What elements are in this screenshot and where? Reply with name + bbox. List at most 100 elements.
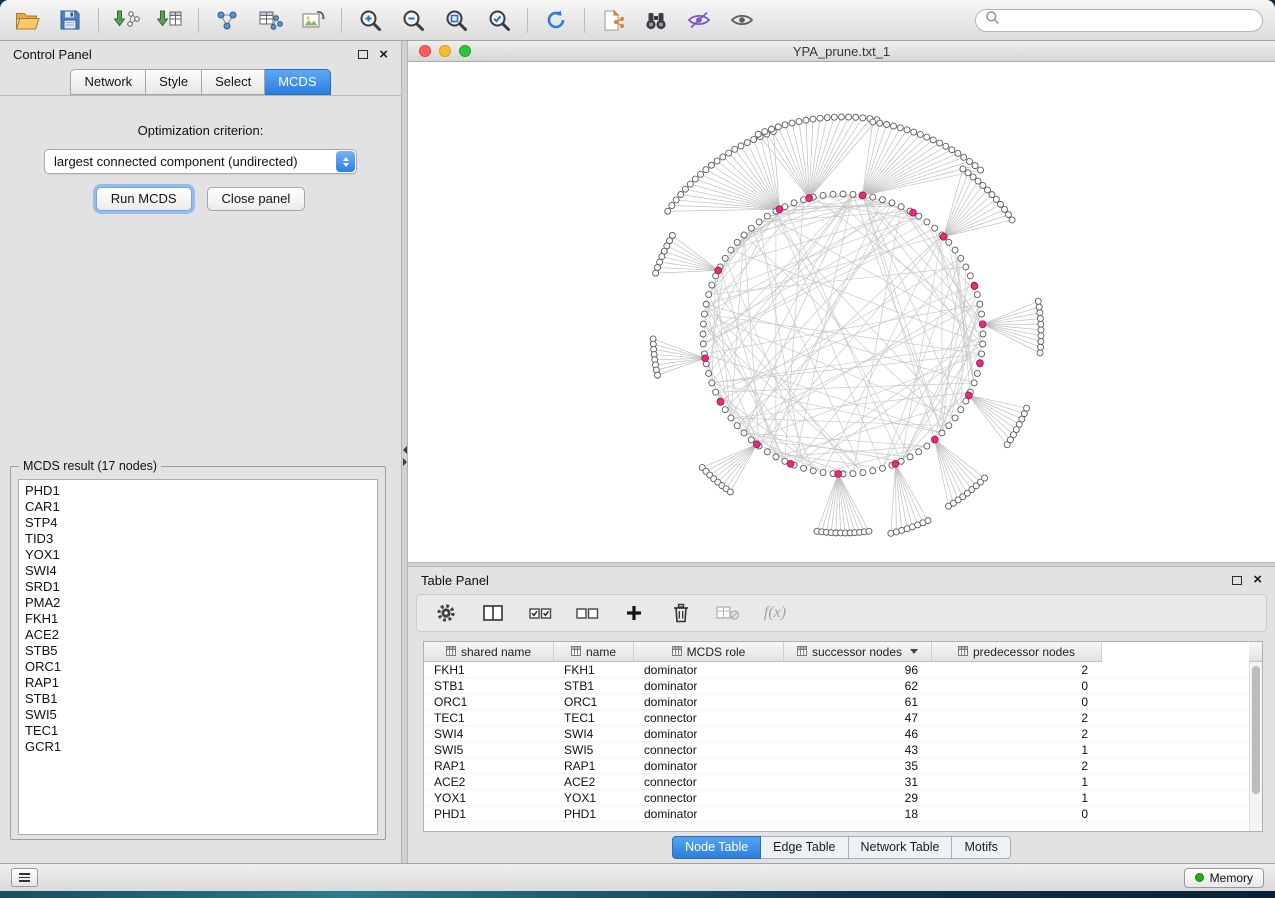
zoom-selected-icon[interactable] (484, 5, 514, 35)
export-image-icon[interactable] (298, 5, 328, 35)
delete-column-icon[interactable] (668, 600, 694, 626)
cell-name: ORC1 (554, 695, 634, 709)
mcds-result-item[interactable]: PHD1 (19, 483, 377, 499)
mcds-result-item[interactable]: ACE2 (19, 627, 377, 643)
mcds-result-item[interactable]: SRD1 (19, 579, 377, 595)
mcds-result-item[interactable]: PMA2 (19, 595, 377, 611)
open-folder-icon[interactable] (12, 5, 42, 35)
mcds-result-item[interactable]: SWI5 (19, 707, 377, 723)
zoom-fit-icon[interactable] (441, 5, 471, 35)
collapse-left-icon[interactable] (403, 446, 407, 454)
tab-network-table[interactable]: Network Table (849, 836, 953, 859)
table-row[interactable]: TEC1TEC1connector472 (424, 710, 1249, 726)
column-header-name[interactable]: name (554, 642, 634, 661)
mcds-result-item[interactable]: FKH1 (19, 611, 377, 627)
tab-edge-table[interactable]: Edge Table (761, 836, 848, 859)
tab-select[interactable]: Select (202, 69, 265, 95)
cell-shared-name: PHD1 (424, 807, 554, 821)
maximize-window-icon[interactable] (459, 45, 471, 57)
mcds-result-item[interactable]: ORC1 (19, 659, 377, 675)
float-window-icon[interactable] (1232, 576, 1242, 585)
cell-predecessor-nodes: 0 (932, 807, 1102, 821)
share-document-icon[interactable] (598, 5, 628, 35)
cell-predecessor-nodes: 1 (932, 743, 1102, 757)
table-panel: Table Panel × (408, 567, 1275, 863)
table-row[interactable]: SWI4SWI4dominator462 (424, 726, 1249, 742)
mcds-result-item[interactable]: STB5 (19, 643, 377, 659)
cell-successor-nodes: 35 (784, 759, 932, 773)
tab-style[interactable]: Style (146, 69, 202, 95)
close-window-icon[interactable] (419, 45, 431, 57)
mcds-result-item[interactable]: CAR1 (19, 499, 377, 515)
zoom-in-icon[interactable] (355, 5, 385, 35)
mcds-result-item[interactable]: SWI4 (19, 563, 377, 579)
vertical-splitter[interactable] (401, 41, 408, 863)
mcds-result-item[interactable]: STB1 (19, 691, 377, 707)
network-view[interactable] (408, 62, 1275, 562)
search-input[interactable] (1006, 12, 1253, 28)
table-row[interactable]: SWI5SWI5connector431 (424, 742, 1249, 758)
sort-indicator-icon[interactable] (910, 649, 918, 654)
mcds-result-item[interactable]: GCR1 (19, 739, 377, 755)
table-row[interactable]: ORC1ORC1dominator610 (424, 694, 1249, 710)
tab-motifs[interactable]: Motifs (952, 836, 1010, 859)
zoom-out-icon[interactable] (398, 5, 428, 35)
network-from-table-icon[interactable] (255, 5, 285, 35)
float-window-icon[interactable] (358, 50, 368, 59)
close-panel-icon[interactable]: × (379, 50, 388, 60)
search-field[interactable] (975, 9, 1263, 32)
table-row[interactable]: FKH1FKH1dominator962 (424, 662, 1249, 678)
scrollbar-thumb[interactable] (1252, 666, 1260, 794)
mcds-result-item[interactable]: RAP1 (19, 675, 377, 691)
function-builder-icon: f(x) (762, 600, 788, 626)
cell-successor-nodes: 62 (784, 679, 932, 693)
cell-successor-nodes: 43 (784, 743, 932, 757)
toolbar-separator (198, 8, 199, 33)
cell-name: SWI5 (554, 743, 634, 757)
collapse-right-icon[interactable] (403, 458, 407, 466)
toolbar-separator (341, 8, 342, 33)
table-row[interactable]: PHD1PHD1dominator180 (424, 806, 1249, 822)
mcds-result-item[interactable]: YOX1 (19, 547, 377, 563)
close-panel-button[interactable]: Close panel (207, 187, 306, 211)
column-header-successor-nodes[interactable]: successor nodes (784, 642, 932, 661)
panel-menu-button[interactable] (11, 868, 38, 887)
close-panel-icon[interactable]: × (1253, 575, 1262, 585)
column-header-predecessor-nodes[interactable]: predecessor nodes (932, 642, 1102, 661)
table-row[interactable]: RAP1RAP1dominator352 (424, 758, 1249, 774)
mcds-result-item[interactable]: TID3 (19, 531, 377, 547)
tab-network[interactable]: Network (70, 69, 146, 95)
table-row[interactable]: YOX1YOX1connector291 (424, 790, 1249, 806)
minimize-window-icon[interactable] (439, 45, 451, 57)
show-graphics-details-icon[interactable] (684, 5, 714, 35)
column-header-filler (1102, 642, 1249, 662)
new-network-icon[interactable] (212, 5, 242, 35)
save-session-icon[interactable] (55, 5, 85, 35)
split-view-icon[interactable] (480, 600, 506, 626)
import-table-disabled-icon (715, 600, 741, 626)
deselect-all-icon[interactable] (574, 600, 600, 626)
import-network-icon[interactable] (112, 5, 142, 35)
cell-shared-name: STB1 (424, 679, 554, 693)
add-column-icon[interactable] (621, 600, 647, 626)
settings-gear-icon[interactable] (433, 600, 459, 626)
table-scrollbar[interactable] (1249, 662, 1262, 831)
import-table-icon[interactable] (155, 5, 185, 35)
mcds-result-item[interactable]: TEC1 (19, 723, 377, 739)
select-all-icon[interactable] (527, 600, 553, 626)
column-header-mcds-role[interactable]: MCDS role (634, 642, 784, 661)
column-header-shared-name[interactable]: shared name (424, 642, 554, 661)
tab-node-table[interactable]: Node Table (672, 836, 761, 859)
run-mcds-button[interactable]: Run MCDS (96, 187, 192, 211)
tab-mcds[interactable]: MCDS (265, 69, 330, 95)
mcds-result-item[interactable]: STP4 (19, 515, 377, 531)
apply-layout-icon[interactable] (541, 5, 571, 35)
table-row[interactable]: ACE2ACE2connector311 (424, 774, 1249, 790)
search-network-icon[interactable] (641, 5, 671, 35)
memory-button[interactable]: Memory (1184, 868, 1264, 888)
show-hide-eye-icon[interactable] (727, 5, 757, 35)
table-row[interactable]: STB1STB1dominator620 (424, 678, 1249, 694)
mcds-result-list[interactable]: PHD1CAR1STP4TID3YOX1SWI4SRD1PMA2FKH1ACE2… (18, 479, 378, 835)
cell-name: STB1 (554, 679, 634, 693)
criterion-dropdown[interactable]: largest connected component (undirected) (44, 149, 357, 174)
